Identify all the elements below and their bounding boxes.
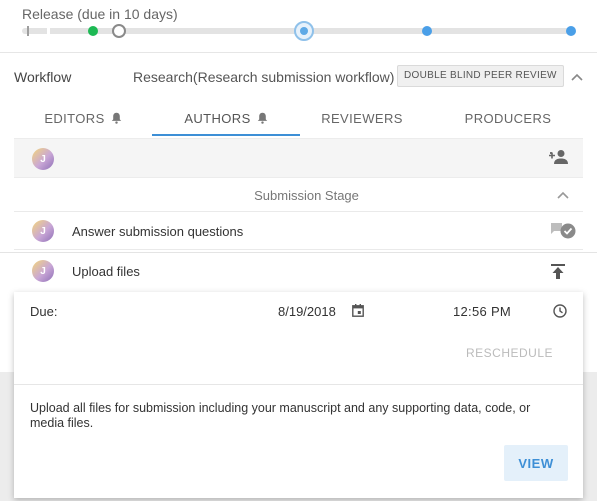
task-detail-card: Due: 8/19/2018 12:56 PM RESCHEDULE Uploa…	[14, 292, 583, 498]
tab-editors[interactable]: EDITORS	[14, 99, 152, 137]
stage-header[interactable]: Submission Stage	[14, 180, 583, 212]
avatar: J	[32, 220, 54, 242]
stage-title: Submission Stage	[254, 188, 359, 203]
release-label: Release (due in 10 days)	[22, 6, 178, 22]
workflow-label: Workflow	[14, 69, 72, 85]
due-label: Due:	[30, 304, 58, 319]
review-type-badge: DOUBLE BLIND PEER REVIEW	[397, 65, 564, 87]
milestone-upcoming-dot[interactable]	[422, 26, 432, 36]
tab-label: PRODUCERS	[464, 110, 552, 126]
timeline-gap	[47, 26, 50, 36]
tab-authors[interactable]: AUTHORS	[152, 99, 300, 137]
bell-icon	[257, 112, 268, 124]
chevron-up-icon[interactable]	[571, 68, 583, 84]
calendar-icon[interactable]	[352, 304, 364, 322]
participants-bar: J	[14, 138, 583, 178]
tab-label: EDITORS	[44, 110, 105, 126]
divider	[14, 384, 583, 385]
timeline-start-tick	[27, 26, 29, 36]
done-comment-icon[interactable]	[550, 222, 576, 245]
bell-icon	[111, 112, 122, 124]
person-add-icon[interactable]	[548, 149, 570, 170]
due-time-field[interactable]: 12:56 PM	[453, 304, 511, 319]
release-timeline: Release (due in 10 days)	[0, 0, 597, 52]
tab-producers[interactable]: PRODUCERS	[430, 99, 586, 137]
task-label: Answer submission questions	[72, 224, 244, 239]
task-label: Upload files	[72, 264, 140, 279]
milestone-pending-dot[interactable]	[112, 24, 126, 38]
workflow-name: Research(Research submission workflow)	[133, 69, 395, 85]
milestone-current-dot[interactable]	[294, 21, 314, 41]
upload-icon[interactable]	[551, 264, 565, 285]
clock-icon[interactable]	[553, 304, 567, 323]
task-description: Upload all files for submission includin…	[30, 401, 531, 430]
due-date-field[interactable]: 8/19/2018	[278, 304, 336, 319]
task-row-upload-files[interactable]: J Upload files	[14, 252, 583, 292]
workflow-row[interactable]: Workflow Research(Research submission wo…	[0, 53, 597, 99]
view-button[interactable]: VIEW	[504, 445, 568, 481]
active-tab-indicator	[152, 134, 300, 136]
avatar: J	[32, 260, 54, 282]
avatar[interactable]: J	[32, 148, 54, 170]
tab-label: REVIEWERS	[321, 110, 403, 126]
task-row-answer-questions[interactable]: J Answer submission questions	[14, 212, 583, 250]
reschedule-button[interactable]: RESCHEDULE	[466, 346, 553, 360]
milestone-completed-dot[interactable]	[88, 26, 98, 36]
chevron-up-icon[interactable]	[557, 187, 569, 202]
divider	[0, 252, 597, 253]
tab-reviewers[interactable]: REVIEWERS	[300, 99, 424, 137]
tab-label: AUTHORS	[184, 110, 251, 126]
milestone-release-dot[interactable]	[566, 26, 576, 36]
role-tabs: EDITORS AUTHORS REVIEWERS PRODUCERS	[0, 99, 597, 137]
